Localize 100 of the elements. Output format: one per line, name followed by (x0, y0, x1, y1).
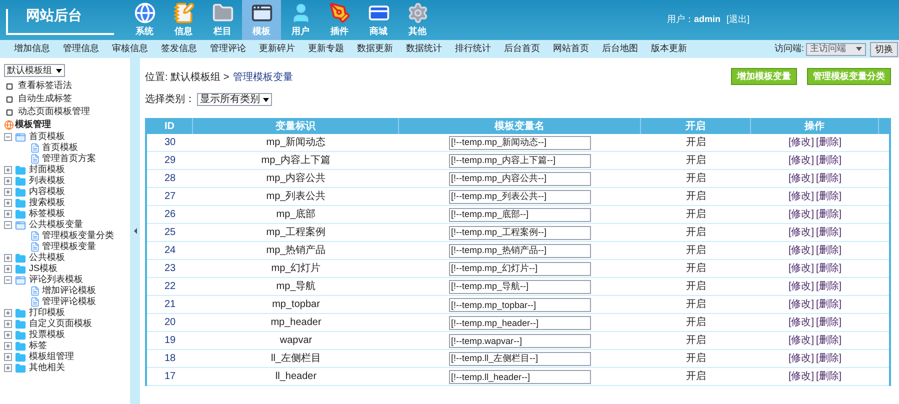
expand-icon[interactable] (4, 210, 12, 218)
tree-item[interactable]: 首页模板 (42, 141, 78, 155)
breadcrumb-link[interactable]: 管理模板变量 (233, 70, 294, 85)
nav-link[interactable]: 数据统计 (406, 42, 442, 56)
expand-icon[interactable] (4, 166, 12, 174)
tree-item[interactable]: 内容模板 (29, 185, 65, 199)
expand-icon[interactable] (4, 188, 12, 196)
tree-item[interactable]: 自定义页面模板 (29, 317, 92, 331)
edit-link[interactable]: [修改] (788, 333, 814, 348)
tree-item[interactable]: 模板组管理 (29, 350, 74, 364)
variable-name-field[interactable]: [!--temp.mp_导航--] (449, 280, 591, 294)
tree-item[interactable]: 公共模板变量 (29, 218, 83, 232)
delete-link[interactable]: [删除] (816, 369, 842, 384)
nav-link[interactable]: 更新专题 (308, 42, 344, 56)
expand-icon[interactable] (4, 177, 12, 185)
nav-link[interactable]: 增加信息 (14, 42, 50, 56)
expand-icon[interactable] (4, 199, 12, 207)
nav-link[interactable]: 后台地图 (602, 42, 638, 56)
tree-item[interactable]: 管理首页方案 (42, 152, 96, 166)
expand-icon[interactable] (4, 342, 12, 350)
tree-item[interactable]: 评论列表模板 (29, 273, 83, 287)
edit-link[interactable]: [修改] (788, 135, 814, 150)
delete-link[interactable]: [删除] (816, 315, 842, 330)
expand-icon[interactable] (4, 309, 12, 317)
nav-link[interactable]: 版本更新 (651, 42, 687, 56)
collapse-icon[interactable] (4, 276, 12, 284)
expand-icon[interactable] (4, 364, 12, 372)
edit-link[interactable]: [修改] (788, 225, 814, 240)
nav-link[interactable]: 后台首页 (504, 42, 540, 56)
edit-link[interactable]: [修改] (788, 315, 814, 330)
delete-link[interactable]: [删除] (816, 135, 842, 150)
variable-name-field[interactable]: [!--temp.ll_左侧栏目--] (449, 352, 591, 366)
delete-link[interactable]: [删除] (816, 279, 842, 294)
edit-link[interactable]: [修改] (788, 261, 814, 276)
tree-item[interactable]: 标签模板 (29, 207, 65, 221)
switch-button[interactable]: 切换 (870, 42, 898, 56)
edit-link[interactable]: [修改] (788, 351, 814, 366)
delete-link[interactable]: [删除] (816, 153, 842, 168)
tree-item[interactable]: JS模板 (29, 262, 58, 276)
tree-item[interactable]: 增加评论模板 (42, 284, 96, 298)
delete-link[interactable]: [删除] (816, 351, 842, 366)
tree-item[interactable]: 搜索模板 (29, 196, 65, 210)
expand-icon[interactable] (4, 353, 12, 361)
edit-link[interactable]: [修改] (788, 243, 814, 258)
variable-name-field[interactable]: [!--temp.wapvar--] (449, 334, 591, 348)
variable-name-field[interactable]: [!--temp.mp_热销产品--] (449, 244, 591, 258)
nav-link[interactable]: 更新碎片 (259, 42, 295, 56)
variable-name-field[interactable]: [!--temp.mp_列表公共--] (449, 190, 591, 204)
nav-link[interactable]: 排行统计 (455, 42, 491, 56)
tree-item[interactable]: 管理模板变量 (42, 240, 96, 254)
variable-name-field[interactable]: [!--temp.mp_新闻动态--] (449, 136, 591, 150)
delete-link[interactable]: [删除] (816, 171, 842, 186)
nav-link[interactable]: 管理信息 (63, 42, 99, 56)
tree-item[interactable]: 封面模板 (29, 163, 65, 177)
variable-name-field[interactable]: [!--temp.ll_header--] (449, 370, 591, 384)
nav-link[interactable]: 管理评论 (210, 42, 246, 56)
sidebar-link[interactable]: 动态页面模板管理 (18, 105, 90, 119)
delete-link[interactable]: [删除] (816, 189, 842, 204)
tree-item[interactable]: 管理评论模板 (42, 295, 96, 309)
delete-link[interactable]: [删除] (816, 333, 842, 348)
sidebar-link[interactable]: 自动生成标签 (18, 92, 72, 106)
edit-link[interactable]: [修改] (788, 369, 814, 384)
variable-name-field[interactable]: [!--temp.mp_幻灯片--] (449, 262, 591, 276)
expand-icon[interactable] (4, 331, 12, 339)
variable-name-field[interactable]: [!--temp.mp_工程案例--] (449, 226, 591, 240)
nav-link[interactable]: 网站首页 (553, 42, 589, 56)
edit-link[interactable]: [修改] (788, 189, 814, 204)
expand-icon[interactable] (4, 320, 12, 328)
tree-item[interactable]: 打印模板 (29, 306, 65, 320)
nav-link[interactable]: 数据更新 (357, 42, 393, 56)
nav-link[interactable]: 审核信息 (112, 42, 148, 56)
sidebar-toggle-strip[interactable] (130, 58, 140, 404)
nav-link[interactable]: 签发信息 (161, 42, 197, 56)
tree-item[interactable]: 其他相关 (29, 361, 65, 375)
delete-link[interactable]: [删除] (816, 297, 842, 312)
tree-item[interactable]: 公共模板 (29, 251, 65, 265)
tree-item[interactable]: 管理模板变量分类 (42, 229, 114, 243)
edit-link[interactable]: [修改] (788, 279, 814, 294)
delete-link[interactable]: [删除] (816, 261, 842, 276)
edit-link[interactable]: [修改] (788, 153, 814, 168)
variable-name-field[interactable]: [!--temp.mp_底部--] (449, 208, 591, 222)
delete-link[interactable]: [删除] (816, 243, 842, 258)
tree-item[interactable]: 首页模板 (29, 130, 65, 144)
sidebar-link[interactable]: 查看标签语法 (18, 79, 72, 93)
collapse-icon[interactable] (4, 221, 12, 229)
edit-link[interactable]: [修改] (788, 171, 814, 186)
variable-name-field[interactable]: [!--temp.mp_topbar--] (449, 298, 591, 312)
delete-link[interactable]: [删除] (816, 207, 842, 222)
tree-item[interactable]: 投票模板 (29, 328, 65, 342)
variable-name-field[interactable]: [!--temp.mp_内容上下篇--] (449, 154, 591, 168)
edit-link[interactable]: [修改] (788, 207, 814, 222)
expand-icon[interactable] (4, 254, 12, 262)
visit-select[interactable]: 主访问端 (806, 42, 866, 56)
tree-item[interactable]: 标签 (29, 339, 47, 353)
variable-name-field[interactable]: [!--temp.mp_内容公共--] (449, 172, 591, 186)
tree-item[interactable]: 列表模板 (29, 174, 65, 188)
collapse-icon[interactable] (4, 133, 12, 141)
edit-link[interactable]: [修改] (788, 297, 814, 312)
variable-name-field[interactable]: [!--temp.mp_header--] (449, 316, 591, 330)
category-select[interactable]: 显示所有类别 (197, 93, 272, 106)
